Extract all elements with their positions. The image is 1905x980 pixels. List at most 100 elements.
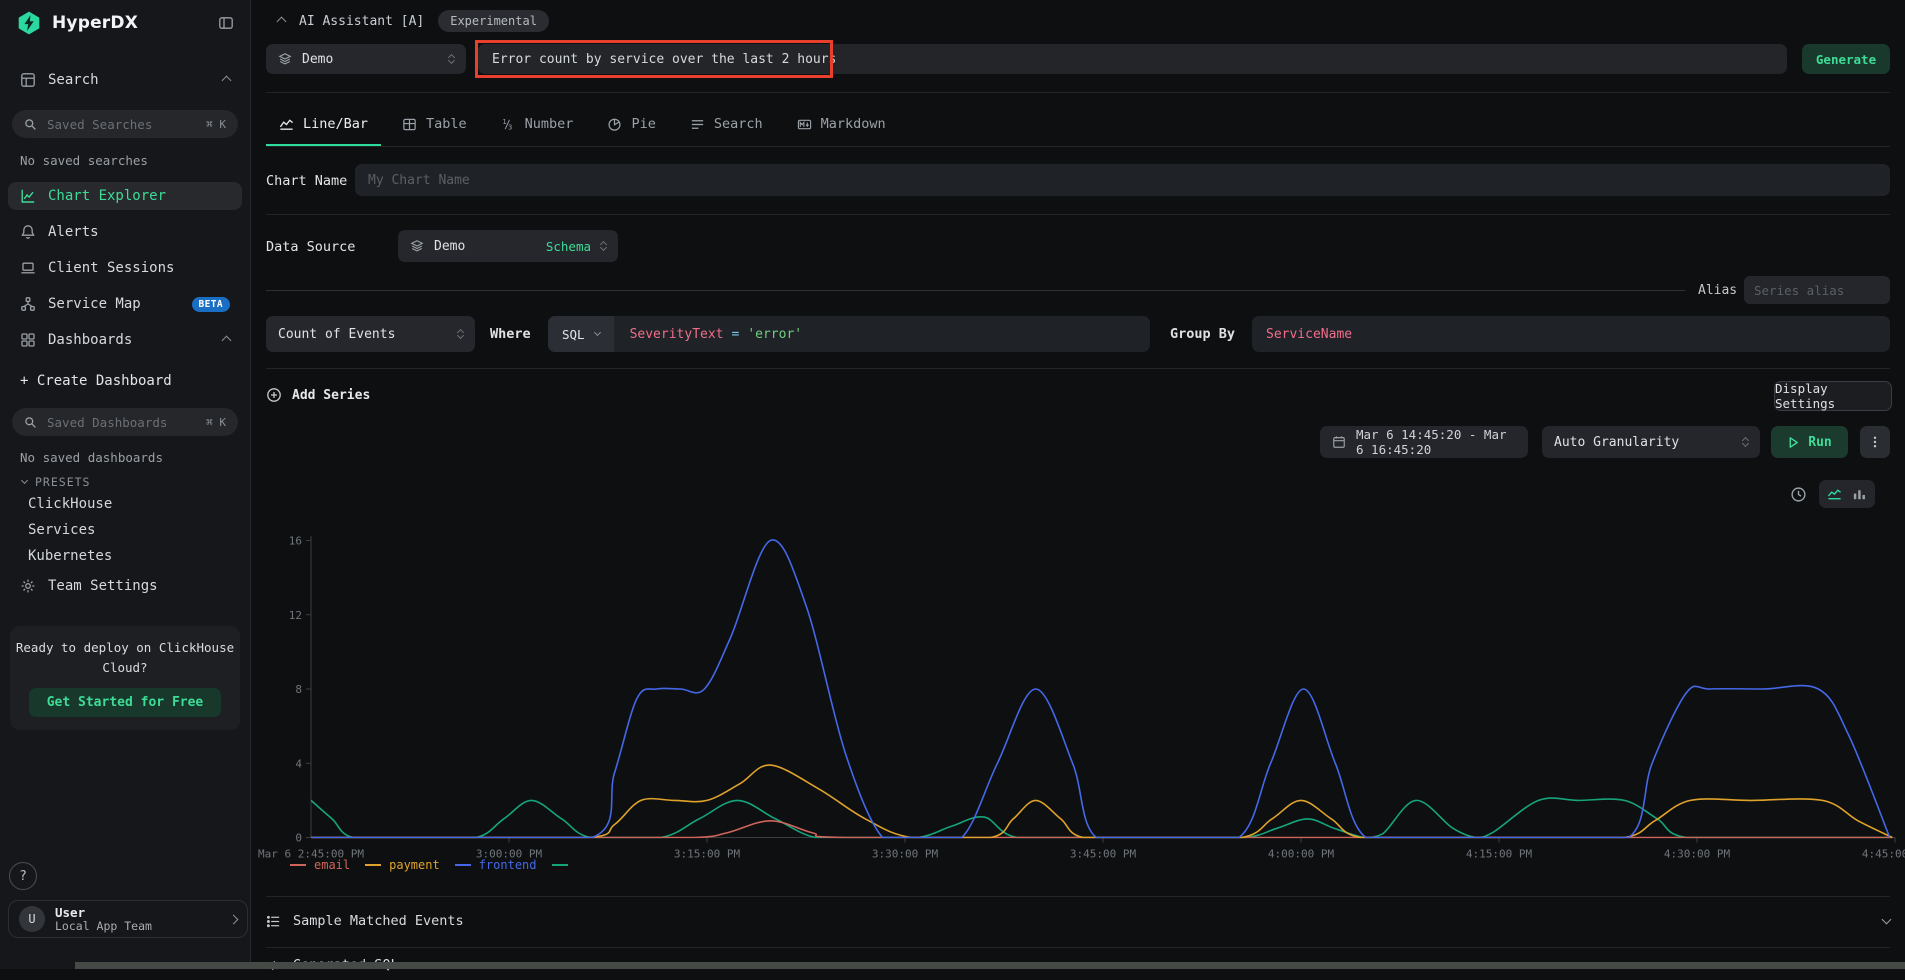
tab-label: Markdown [821,116,886,132]
presets-header-label: PRESETS [35,475,90,489]
no-saved-dashboards-text: No saved dashboards [20,450,163,465]
x-axis-tick-label: 3:15:00 PM [674,848,741,861]
line-chart[interactable]: 0481216Mar 6 2:45:00 PM3:00:00 PM3:15:00… [250,530,1905,870]
legend-item-payment[interactable]: payment [365,858,440,872]
legend-item-frontend[interactable]: frontend [455,858,537,872]
tab-line-bar[interactable]: Line/Bar [266,104,381,146]
sidebar-item-dashboards[interactable]: Dashboards [8,326,242,354]
question-mark-icon: ? [19,869,27,884]
select-chevrons-icon [601,242,606,250]
time-mode-icon[interactable] [1790,486,1807,503]
sidebar-section-search[interactable]: Search [8,66,242,94]
display-settings-button[interactable]: Display Settings [1774,381,1892,411]
group-by-input[interactable]: ServiceName [1252,316,1890,352]
sql-label: SQL [562,327,585,342]
pie-chart-icon [607,117,622,132]
display-settings-label: Display Settings [1775,381,1891,411]
horizontal-scrollbar[interactable] [75,962,1905,969]
y-axis-tick-label: 8 [295,683,302,696]
help-button[interactable]: ? [9,862,37,890]
data-source-select[interactable]: Demo Schema [398,230,618,262]
assistant-source-select[interactable]: Demo [266,44,466,74]
collapse-sidebar-icon[interactable] [218,15,234,31]
chart-toolbar [1790,480,1875,508]
saved-dashboards-searchbox[interactable]: ⌘ K [12,408,238,436]
aggregation-value: Count of Events [278,327,448,342]
tab-markdown[interactable]: Markdown [784,104,899,146]
sample-matched-events-section[interactable]: Sample Matched Events [266,906,1890,936]
app-title: HyperDX [52,13,208,33]
more-options-button[interactable] [1860,426,1890,458]
alias-input[interactable] [1744,276,1890,304]
legend-item-unnamed[interactable] [552,864,568,866]
legend-item-email[interactable]: email [290,858,350,872]
group-by-label: Group By [1170,326,1235,342]
select-chevrons-icon [449,55,454,63]
schema-link[interactable]: Schema [546,239,591,254]
sidebar-item-team-settings[interactable]: Team Settings [8,572,242,600]
legend-dash-icon [552,864,568,866]
saved-searches-searchbox[interactable]: ⌘ K [12,110,238,138]
bar-view-icon[interactable] [1852,487,1867,502]
create-dashboard-button[interactable]: + Create Dashboard [8,368,242,394]
service-map-icon [20,296,36,312]
chart-type-tabs: Line/Bar Table 13 Number Pie Search Mark… [266,104,899,146]
svg-text:3: 3 [508,122,512,131]
play-icon [1787,436,1800,449]
granularity-select[interactable]: Auto Granularity [1542,426,1760,458]
saved-dashboards-input[interactable] [45,414,198,431]
add-series-button[interactable]: Add Series [266,381,370,409]
chevron-down-icon [21,477,28,484]
promo-text-line1: Ready to deploy on ClickHouse [10,638,240,658]
tab-pie[interactable]: Pie [594,104,668,146]
x-axis-tick-label: 4:00:00 PM [1268,848,1335,861]
get-started-button[interactable]: Get Started for Free [29,688,222,717]
tab-label: Table [426,116,467,132]
where-clause-input[interactable]: SQL SeverityText = 'error' [548,316,1150,352]
calendar-icon [1332,435,1346,449]
date-range-input[interactable]: Mar 6 14:45:20 - Mar 6 16:45:20 [1320,426,1528,458]
legend-dash-icon [365,864,381,866]
presets-header[interactable]: PRESETS [22,475,90,489]
select-chevrons-icon [458,330,463,338]
ai-assistant-header[interactable]: AI Assistant [A] Experimental [278,10,549,32]
user-menu[interactable]: U User Local App Team [8,900,248,938]
chart-view-toggle [1819,480,1875,508]
sidebar-item-alerts[interactable]: Alerts [8,218,242,246]
assistant-source-value: Demo [302,52,439,67]
preset-services[interactable]: Services [28,522,95,538]
generate-button[interactable]: Generate [1802,44,1890,74]
sidebar-item-label: Dashboards [48,332,211,348]
line-view-icon[interactable] [1827,487,1842,502]
y-axis-tick-label: 0 [295,832,302,845]
user-team: Local App Team [55,920,220,933]
y-axis-tick-label: 12 [289,609,302,622]
sidebar-item-client-sessions[interactable]: Client Sessions [8,254,242,282]
divider [266,368,1890,369]
granularity-value: Auto Granularity [1554,435,1733,450]
aggregation-select[interactable]: Count of Events [266,316,475,352]
promo-text-line2: Cloud? [10,658,240,678]
shortcut-hint: ⌘ K [206,416,226,429]
chevron-up-icon [277,16,287,26]
hyperdx-logo-icon [16,10,42,36]
sidebar-item-service-map[interactable]: Service Map BETA [8,290,242,318]
tab-label: Line/Bar [303,116,368,132]
divider [266,896,1890,897]
sidebar-item-chart-explorer[interactable]: Chart Explorer [8,182,242,210]
sql-token-operator: = [732,327,740,342]
sql-language-select[interactable]: SQL [548,316,614,352]
logo-row: HyperDX [16,8,234,38]
no-saved-searches-text: No saved searches [20,153,148,168]
x-axis-tick-label: 3:30:00 PM [872,848,939,861]
divider [266,290,1685,291]
tab-number[interactable]: 13 Number [488,104,587,146]
saved-searches-input[interactable] [45,116,198,133]
preset-clickhouse[interactable]: ClickHouse [28,496,112,512]
preset-kubernetes[interactable]: Kubernetes [28,548,112,564]
run-button[interactable]: Run [1771,426,1848,458]
tab-search[interactable]: Search [677,104,776,146]
tab-table[interactable]: Table [389,104,480,146]
chart-name-input[interactable] [355,164,1890,196]
table-icon [402,117,417,132]
